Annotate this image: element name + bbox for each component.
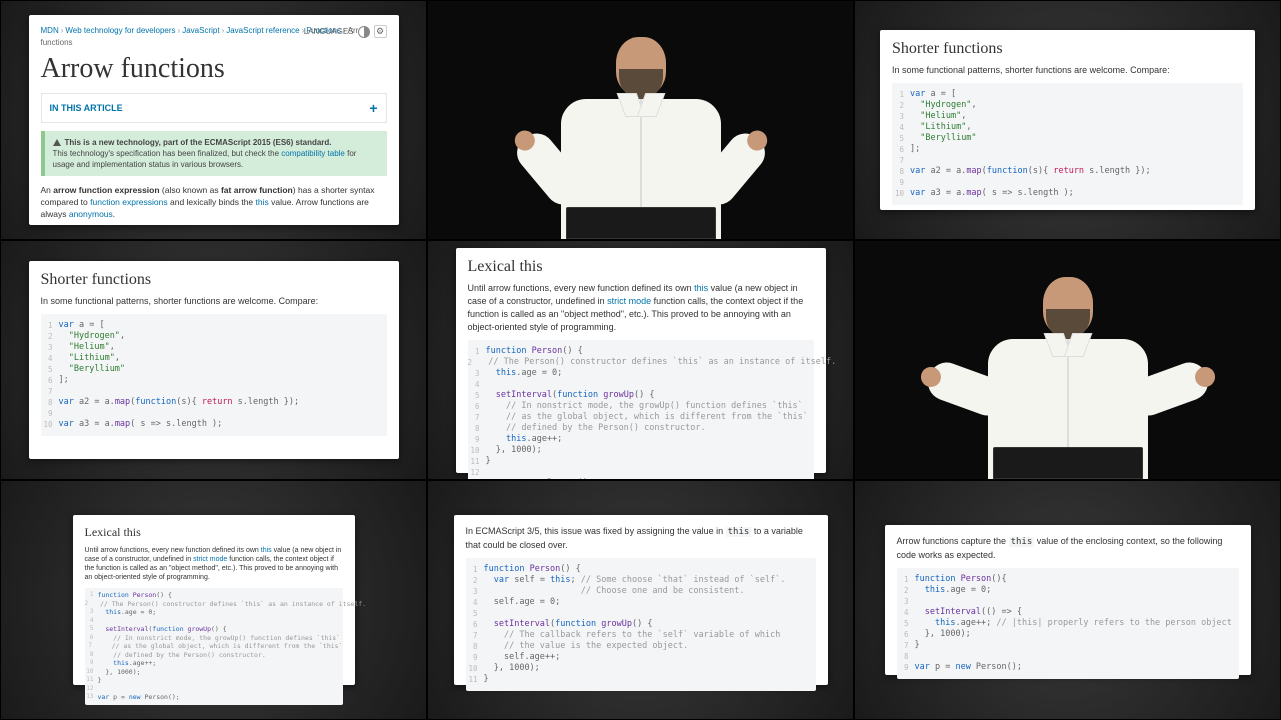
breadcrumb-link[interactable]: Web technology for developers <box>65 26 175 35</box>
language-tools[interactable]: LANGUAGES ⚙ <box>304 25 387 38</box>
this-link[interactable]: this <box>694 283 708 293</box>
gear-icon[interactable]: ⚙ <box>374 25 387 38</box>
breadcrumb-link[interactable]: JavaScript <box>182 26 219 35</box>
grid-cell-7: Lexical this Until arrow functions, ever… <box>0 480 427 720</box>
section-title: Lexical this <box>85 525 343 540</box>
section-desc: Arrow functions capture the this value o… <box>897 535 1239 562</box>
code-block: 1function Person() {2 var self = this; /… <box>466 558 816 691</box>
mdn-page-card: MDN›Web technology for developers›JavaSc… <box>29 15 399 225</box>
section-desc: In some functional patterns, shorter fun… <box>41 295 387 308</box>
arrow-capture-card: Arrow functions capture the this value o… <box>885 525 1251 675</box>
compat-table-link[interactable]: compatibility table <box>281 149 345 158</box>
laptop-icon <box>566 207 716 239</box>
code-block: 1var a = [2 "Hydrogen",3 "Helium",4 "Lit… <box>892 83 1243 205</box>
grid-cell-6 <box>854 240 1281 480</box>
grid-cell-9: Arrow functions capture the this value o… <box>854 480 1281 720</box>
breadcrumb-link[interactable]: JavaScript reference <box>226 26 299 35</box>
breadcrumb-link[interactable]: MDN <box>41 26 59 35</box>
intro-paragraph: An arrow function expression (also known… <box>41 184 387 220</box>
this-link[interactable]: this <box>256 197 269 207</box>
code-block: 1function Person(){2 this.age = 0;34 set… <box>897 568 1239 679</box>
section-desc: In some functional patterns, shorter fun… <box>892 64 1243 77</box>
grid-cell-4: Shorter functions In some functional pat… <box>0 240 427 480</box>
globe-icon[interactable] <box>358 26 370 38</box>
function-expressions-link[interactable]: function expressions <box>90 197 168 207</box>
section-desc: Until arrow functions, every new functio… <box>85 546 343 582</box>
code-block: 1function Person() {2 // The Person() co… <box>85 588 343 705</box>
presenter-video <box>855 241 1280 479</box>
shorter-functions-card-dup: Shorter functions In some functional pat… <box>29 261 399 459</box>
strict-mode-link[interactable]: strict mode <box>607 296 651 306</box>
lexical-this-card: Lexical this Until arrow functions, ever… <box>456 248 826 473</box>
section-desc: In ECMAScript 3/5, this issue was fixed … <box>466 525 816 552</box>
section-desc: Until arrow functions, every new functio… <box>468 282 814 334</box>
toc-bar[interactable]: IN THIS ARTICLE + <box>41 93 387 123</box>
warning-icon <box>53 139 61 146</box>
section-title: Shorter functions <box>41 271 387 289</box>
code-block: 1var a = [2 "Hydrogen",3 "Helium",4 "Lit… <box>41 314 387 436</box>
this-link[interactable]: this <box>261 547 272 554</box>
laptop-icon <box>993 447 1143 479</box>
note-bold: This is a new technology, part of the EC… <box>65 138 332 147</box>
languages-label[interactable]: LANGUAGES <box>304 27 354 36</box>
presenter-video <box>428 1 853 239</box>
section-title: Lexical this <box>468 258 814 276</box>
page-title: Arrow functions <box>41 53 387 85</box>
grid-cell-1: MDN›Web technology for developers›JavaSc… <box>0 0 427 240</box>
compat-note: This is a new technology, part of the EC… <box>41 131 387 176</box>
shorter-functions-card: Shorter functions In some functional pat… <box>880 30 1255 210</box>
section-title: Shorter functions <box>892 40 1243 58</box>
grid-cell-2 <box>427 0 854 240</box>
grid-cell-3: Shorter functions In some functional pat… <box>854 0 1281 240</box>
code-block: 1function Person() {2 // The Person() co… <box>468 340 814 481</box>
grid-cell-5: Lexical this Until arrow functions, ever… <box>427 240 854 480</box>
grid-cell-8: In ECMAScript 3/5, this issue was fixed … <box>427 480 854 720</box>
lexical-this-card-small: Lexical this Until arrow functions, ever… <box>73 515 355 685</box>
anonymous-link[interactable]: anonymous <box>69 209 113 219</box>
expand-icon[interactable]: + <box>369 100 377 116</box>
note-text-a: This technology's specification has been… <box>53 149 282 158</box>
ecma35-fix-card: In ECMAScript 3/5, this issue was fixed … <box>454 515 828 685</box>
strict-mode-link[interactable]: strict mode <box>193 556 227 563</box>
toc-label: IN THIS ARTICLE <box>50 103 123 113</box>
